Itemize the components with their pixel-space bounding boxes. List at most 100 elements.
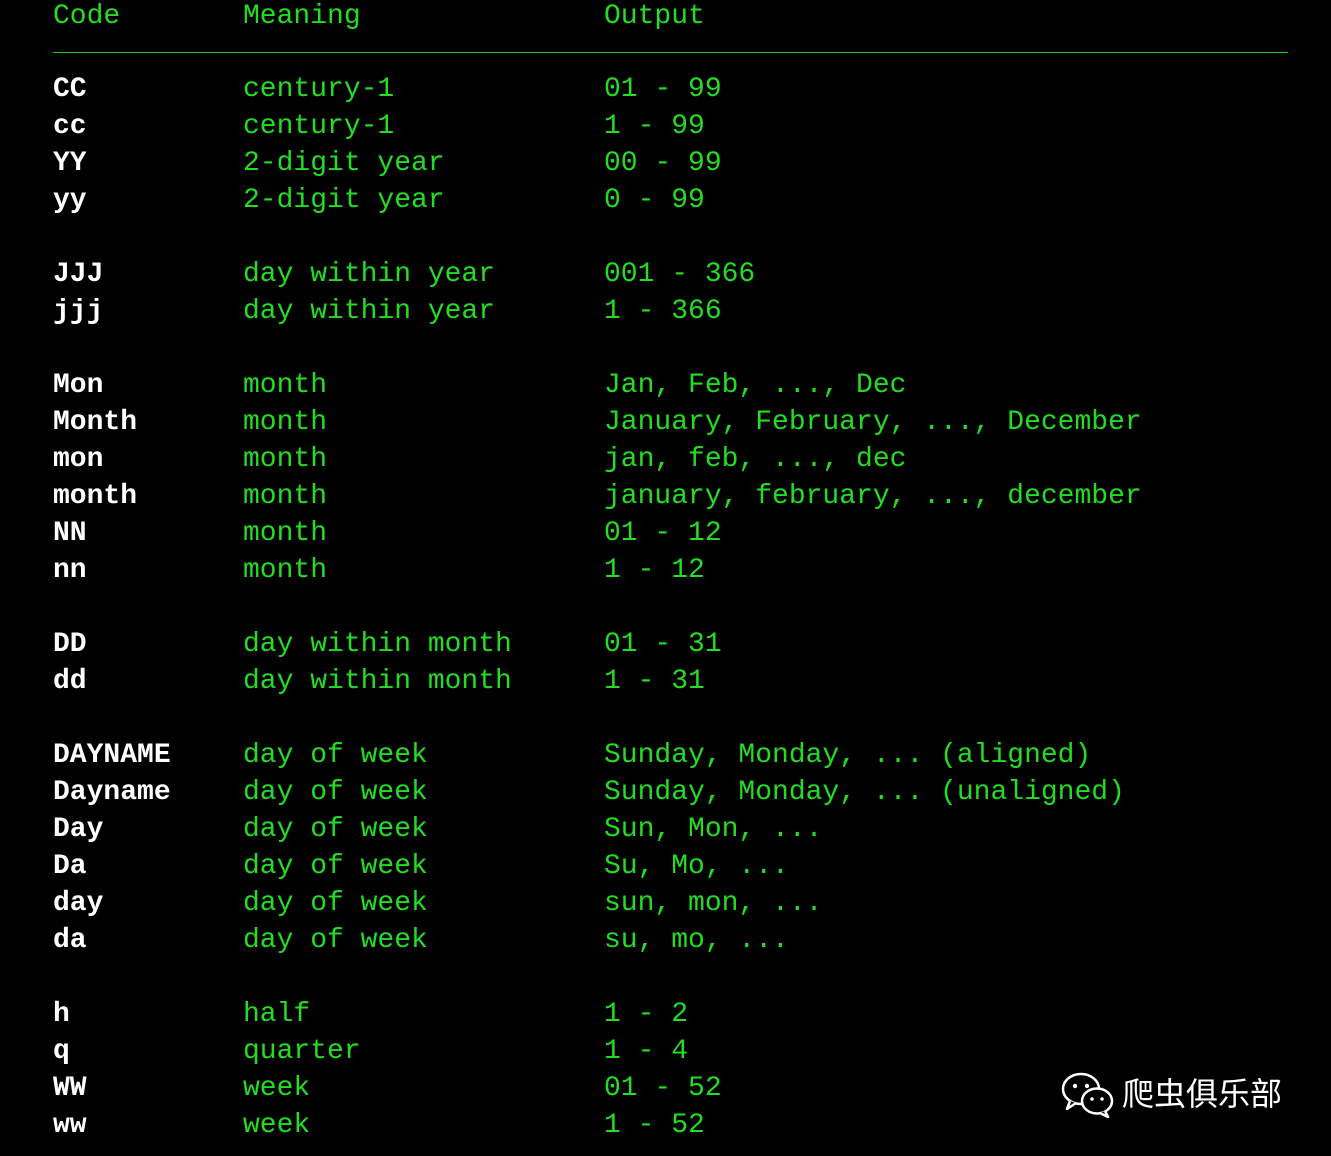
meaning-cell: day of week — [243, 740, 428, 771]
table-row: yy 2-digit year 0 - 99 — [0, 182, 1331, 219]
table-row: h half 1 - 2 — [0, 996, 1331, 1033]
output-cell: 01 - 99 — [604, 74, 722, 105]
table-row: DD day within month 01 - 31 — [0, 626, 1331, 663]
meaning-cell: 2-digit year — [243, 185, 445, 216]
code-cell: Mon — [53, 370, 104, 401]
code-cell: nn — [53, 555, 87, 586]
output-cell: 001 - 366 — [604, 259, 756, 290]
output-cell: Su, Mo, ... — [604, 851, 789, 882]
meaning-cell: century-1 — [243, 111, 395, 142]
meaning-cell: week — [243, 1073, 311, 1104]
code-cell: h — [53, 999, 70, 1030]
meaning-cell: month — [243, 555, 328, 586]
meaning-cell: week — [243, 1110, 311, 1141]
code-cell: q — [53, 1036, 70, 1067]
code-cell: cc — [53, 111, 87, 142]
table-row: jjj day within year 1 - 366 — [0, 293, 1331, 330]
table-row: Dayname day of week Sunday, Monday, ... (u… — [0, 774, 1331, 811]
table-row: Day day of week Sun, Mon, ... — [0, 811, 1331, 848]
meaning-cell: day within month — [243, 629, 512, 660]
code-cell: month — [53, 481, 138, 512]
output-cell: sun, mon, ... — [604, 888, 823, 919]
table-row: JJJ day within year 001 - 366 — [0, 256, 1331, 293]
meaning-cell: day within year — [243, 259, 496, 290]
meaning-cell: month — [243, 444, 328, 475]
meaning-cell: 2-digit year — [243, 148, 445, 179]
output-cell: 1 - 2 — [604, 999, 689, 1030]
meaning-cell: day within month — [243, 666, 512, 697]
header-meaning: Meaning — [243, 1, 361, 32]
output-cell: su, mo, ... — [604, 925, 789, 956]
meaning-cell: quarter — [243, 1036, 361, 1067]
output-cell: 1 - 52 — [604, 1110, 705, 1141]
code-cell: day — [53, 888, 104, 919]
code-cell: Dayname — [53, 777, 171, 808]
table-row: mon month jan, feb, ..., dec — [0, 441, 1331, 478]
meaning-cell: month — [243, 518, 328, 549]
output-cell: 1 - 4 — [604, 1036, 689, 1067]
header-code: Code — [53, 1, 121, 32]
meaning-cell: day of week — [243, 851, 428, 882]
watermark: 爬虫俱乐部 — [1060, 1070, 1282, 1118]
output-cell: jan, feb, ..., dec — [604, 444, 907, 475]
code-cell: DD — [53, 629, 87, 660]
code-cell: yy — [53, 185, 87, 216]
output-cell: 0 - 99 — [604, 185, 705, 216]
output-cell: 01 - 12 — [604, 518, 722, 549]
output-cell: 1 - 99 — [604, 111, 705, 142]
code-cell: NN — [53, 518, 87, 549]
table-row: q quarter 1 - 4 — [0, 1033, 1331, 1070]
meaning-cell: century-1 — [243, 74, 395, 105]
code-cell: da — [53, 925, 87, 956]
meaning-cell: day of week — [243, 925, 428, 956]
code-cell: mon — [53, 444, 104, 475]
output-cell: 1 - 366 — [604, 296, 722, 327]
meaning-cell: month — [243, 407, 328, 438]
table-row: Mon month Jan, Feb, ..., Dec — [0, 367, 1331, 404]
watermark-text: 爬虫俱乐部 — [1122, 1075, 1283, 1113]
code-cell: Day — [53, 814, 104, 845]
header-output: Output — [604, 1, 705, 32]
code-cell: Da — [53, 851, 87, 882]
meaning-cell: day of week — [243, 777, 428, 808]
output-cell: Sunday, Monday, ... (unaligned) — [604, 777, 1125, 808]
output-cell: january, february, ..., december — [604, 481, 1142, 512]
meaning-cell: half — [243, 999, 311, 1030]
output-cell: 1 - 12 — [604, 555, 705, 586]
output-cell: January, February, ..., December — [604, 407, 1142, 438]
table-row: CC century-1 01 - 99 — [0, 71, 1331, 108]
table-row: nn month 1 - 12 — [0, 552, 1331, 589]
header-divider — [53, 52, 1288, 53]
table-header: Code Meaning Output — [0, 0, 1331, 34]
output-cell: 1 - 31 — [604, 666, 705, 697]
table-row: Month month January, February, ..., Decemb… — [0, 404, 1331, 441]
code-cell: CC — [53, 74, 87, 105]
code-cell: DAYNAME — [53, 740, 171, 771]
table-row: cc century-1 1 - 99 — [0, 108, 1331, 145]
output-cell: 00 - 99 — [604, 148, 722, 179]
table-row: month month january, february, ..., decemb… — [0, 478, 1331, 515]
table-row: da day of week su, mo, ... — [0, 922, 1331, 959]
code-cell: WW — [53, 1073, 87, 1104]
wechat-icon — [1061, 1072, 1114, 1118]
meaning-cell: month — [243, 370, 328, 401]
table-row: dd day within month 1 - 31 — [0, 663, 1331, 700]
output-cell: Sunday, Monday, ... (aligned) — [604, 740, 1092, 771]
code-cell: jjj — [53, 296, 104, 327]
meaning-cell: day within year — [243, 296, 496, 327]
table-row: YY 2-digit year 00 - 99 — [0, 145, 1331, 182]
output-cell: 01 - 52 — [604, 1073, 722, 1104]
table-row: day day of week sun, mon, ... — [0, 885, 1331, 922]
format-code-table: CC century-1 01 - 99 cc century-1 1 - 99 YY 2-d… — [0, 71, 1331, 1144]
output-cell: 01 - 31 — [604, 629, 722, 660]
code-cell: JJJ — [53, 259, 104, 290]
table-row: Da day of week Su, Mo, ... — [0, 848, 1331, 885]
code-cell: Month — [53, 407, 138, 438]
output-cell: Jan, Feb, ..., Dec — [604, 370, 907, 401]
code-cell: ww — [53, 1110, 87, 1141]
output-cell: Sun, Mon, ... — [604, 814, 823, 845]
